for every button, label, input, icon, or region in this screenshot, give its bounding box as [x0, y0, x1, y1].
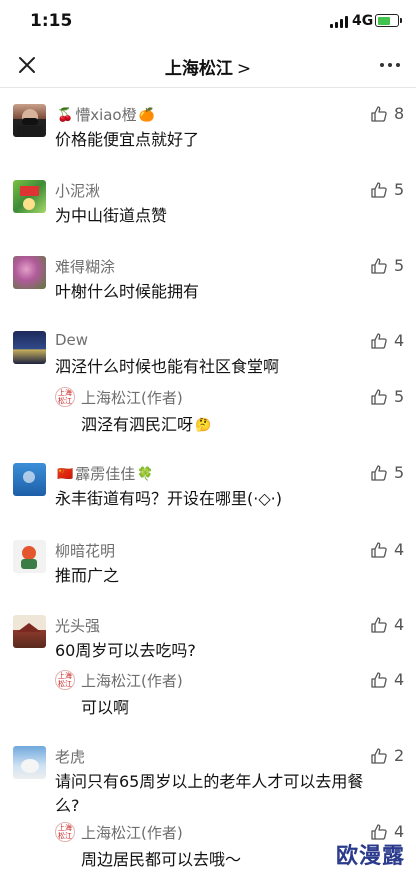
- comment-item: 光头强 60周岁可以去吃吗? 4 上海松江 上海松江(作者) 可以啊 4: [0, 615, 416, 725]
- chevron-right-icon: >: [236, 59, 252, 79]
- comment-text: 价格能便宜点就好了: [55, 130, 200, 149]
- commenter-name[interactable]: 难得糊涂: [55, 258, 115, 276]
- avatar[interactable]: [13, 615, 46, 648]
- comment-text: 请问只有65周岁以上的老年人才可以去用餐么?: [55, 772, 364, 815]
- author-reply: 上海松江 上海松江(作者) 泗泾有泗民汇呀 🤔 5: [55, 387, 416, 437]
- clover-icon: 🍀: [137, 467, 154, 482]
- like-count: 5: [394, 256, 405, 275]
- like-count: 5: [394, 387, 405, 406]
- cherry-icon: 🍒: [57, 108, 74, 123]
- comment-text: 永丰街道有吗？开设在哪里(·◇·): [55, 489, 282, 508]
- avatar[interactable]: [13, 256, 46, 289]
- thinking-face-icon: 🤔: [195, 418, 212, 433]
- like-count: 4: [394, 331, 405, 350]
- status-bar: 1:15 4G: [0, 0, 416, 44]
- thumb-up-icon: [371, 617, 387, 633]
- commenter-name[interactable]: 懵xiao橙: [75, 106, 136, 124]
- avatar[interactable]: [13, 746, 46, 779]
- more-button[interactable]: [378, 54, 402, 78]
- like-count: 8: [394, 104, 405, 123]
- thumb-up-icon: [371, 182, 387, 198]
- watermark: 欧漫露: [336, 844, 406, 869]
- avatar[interactable]: [13, 463, 46, 496]
- comment-item: 柳暗花明 推而广之 4: [0, 540, 416, 590]
- author-avatar-text: 上海松江: [58, 389, 72, 405]
- reply-author-name[interactable]: 上海松江(作者): [81, 387, 183, 408]
- nav-bar: 上海松江 >: [0, 44, 416, 88]
- thumb-up-icon: [371, 106, 387, 122]
- like-count: 4: [394, 615, 405, 634]
- comment-text: 叶榭什么时候能拥有: [55, 282, 200, 301]
- like-count: 5: [394, 180, 405, 199]
- commenter-name[interactable]: 小泥湫: [55, 182, 100, 200]
- comment-item: Dew 泗泾什么时候也能有社区食堂啊 4 上海松江 上海松江(作者) 泗泾有泗民…: [0, 331, 416, 441]
- signal-icon: [330, 16, 350, 28]
- avatar[interactable]: [13, 540, 46, 573]
- like-count: 4: [394, 540, 405, 559]
- commenter-name[interactable]: 柳暗花明: [55, 542, 115, 560]
- page-title[interactable]: 上海松江 >: [0, 54, 416, 79]
- thumb-up-icon: [371, 258, 387, 274]
- reply-author-name[interactable]: 上海松江(作者): [81, 670, 183, 691]
- thumb-up-icon: [371, 465, 387, 481]
- commenter-name[interactable]: 霹雳佳佳: [75, 465, 135, 483]
- comment-text: 泗泾什么时候也能有社区食堂啊: [55, 357, 280, 376]
- thumb-up-icon: [371, 748, 387, 764]
- status-time: 1:15: [30, 11, 73, 31]
- avatar[interactable]: [13, 104, 46, 137]
- author-reply: 上海松江 上海松江(作者) 可以啊 4: [55, 670, 416, 720]
- thumb-up-icon: [371, 672, 387, 688]
- like-count: 2: [394, 746, 405, 765]
- avatar[interactable]: [13, 331, 46, 364]
- author-avatar[interactable]: 上海松江: [55, 670, 75, 690]
- avatar[interactable]: [13, 180, 46, 213]
- author-avatar-text: 上海松江: [58, 824, 72, 840]
- comment-text: 60周岁可以去吃吗?: [55, 641, 196, 660]
- thumb-up-icon: [371, 389, 387, 405]
- orange-icon: 🍊: [138, 108, 155, 123]
- battery-icon: [375, 14, 399, 27]
- commenter-name[interactable]: 光头强: [55, 617, 100, 635]
- commenter-name[interactable]: Dew: [55, 331, 88, 349]
- comment-item: 小泥湫 为中山街道点赞 5: [0, 180, 416, 230]
- author-avatar-text: 上海松江: [58, 672, 72, 688]
- battery-cap: [400, 18, 402, 23]
- like-count: 5: [394, 463, 405, 482]
- reply-text: 泗泾有泗民汇呀: [81, 415, 194, 434]
- comment-item: 难得糊涂 叶榭什么时候能拥有 5: [0, 256, 416, 306]
- reply-text: 周边居民都可以去哦～: [81, 850, 242, 869]
- reply-author-name[interactable]: 上海松江(作者): [81, 822, 183, 843]
- author-avatar[interactable]: 上海松江: [55, 822, 75, 842]
- author-avatar[interactable]: 上海松江: [55, 387, 75, 407]
- thumb-up-icon: [371, 333, 387, 349]
- reply-text: 可以啊: [81, 698, 130, 717]
- comment-item: 🍒 懵xiao橙 🍊 价格能便宜点就好了 8: [0, 104, 416, 154]
- page-title-text: 上海松江: [164, 59, 233, 79]
- flag-icon: 🇨🇳: [57, 467, 74, 482]
- comment-text: 为中山街道点赞: [55, 206, 168, 225]
- thumb-up-icon: [371, 542, 387, 558]
- commenter-name[interactable]: 老虎: [55, 748, 85, 766]
- network-label: 4G: [352, 13, 374, 29]
- like-count: 4: [394, 670, 405, 689]
- comment-item: 🇨🇳 霹雳佳佳 🍀 永丰街道有吗？开设在哪里(·◇·) 5: [0, 463, 416, 513]
- comment-text: 推而广之: [55, 566, 120, 585]
